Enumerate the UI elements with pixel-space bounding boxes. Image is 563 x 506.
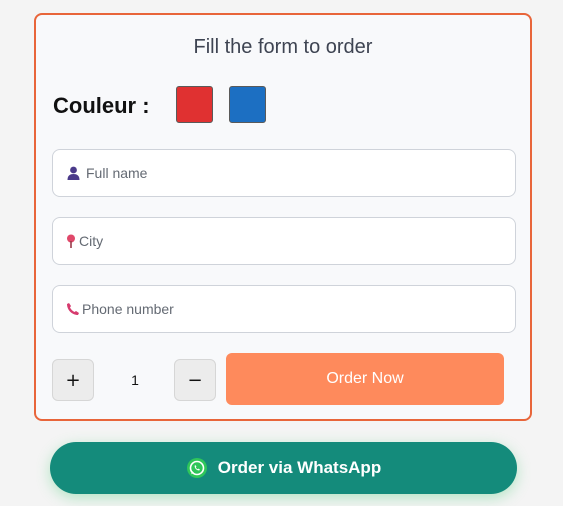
color-swatch-red[interactable] bbox=[176, 86, 213, 123]
phone-input[interactable] bbox=[82, 301, 515, 317]
order-form-card: Fill the form to order Couleur : + bbox=[34, 13, 532, 421]
quantity-value: 1 bbox=[131, 372, 139, 388]
location-pin-icon bbox=[66, 233, 76, 249]
whatsapp-icon bbox=[186, 457, 208, 479]
quantity-increase-button[interactable]: + bbox=[52, 359, 94, 401]
quantity-decrease-button[interactable]: − bbox=[174, 359, 216, 401]
phone-icon bbox=[66, 301, 80, 317]
whatsapp-button-label: Order via WhatsApp bbox=[217, 458, 382, 477]
phone-field[interactable] bbox=[52, 285, 516, 333]
person-icon bbox=[66, 165, 80, 181]
order-now-button[interactable]: Order Now bbox=[226, 353, 504, 405]
city-input[interactable] bbox=[79, 233, 515, 249]
full-name-input[interactable] bbox=[86, 165, 515, 181]
full-name-field[interactable] bbox=[52, 149, 516, 197]
city-field[interactable] bbox=[52, 217, 516, 265]
color-swatch-blue[interactable] bbox=[229, 86, 266, 123]
form-title: Fill the form to order bbox=[193, 36, 373, 58]
color-label: Couleur : bbox=[53, 93, 150, 118]
whatsapp-order-button[interactable]: Order via WhatsApp bbox=[50, 442, 517, 494]
